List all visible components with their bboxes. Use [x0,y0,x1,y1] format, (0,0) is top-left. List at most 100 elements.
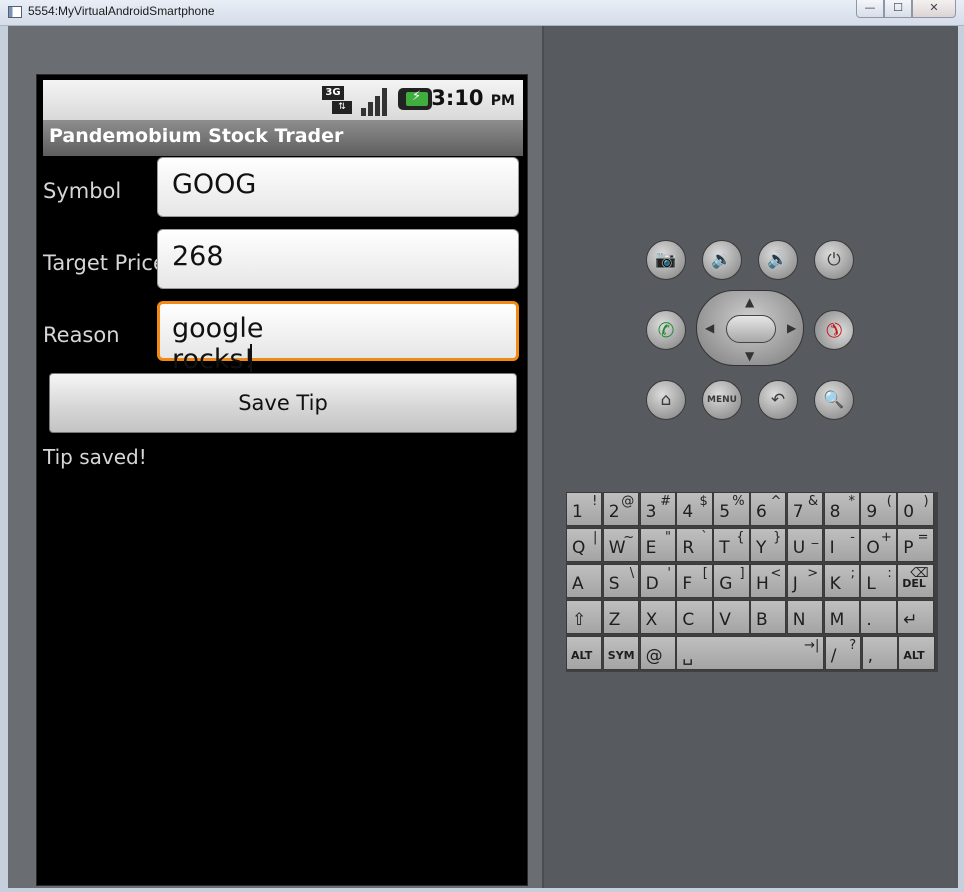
key-shift-label: _ [811,530,819,545]
key-shift-label: [ [702,566,708,581]
key-label: R [682,538,695,558]
dpad-up-icon[interactable]: ▲ [745,295,754,309]
dpad-down-icon[interactable]: ▼ [745,349,754,363]
power-icon[interactable]: ⏻ [814,240,854,280]
key-c-3-3[interactable]: C [676,600,713,634]
key-shift-label: ? [849,638,857,653]
target-price-input[interactable]: 268 [157,229,519,289]
key-t-1-4[interactable]: T{ [713,528,750,562]
key-shift-label: ] [739,566,745,581]
dpad-center-button[interactable] [726,315,776,343]
key-9-0-8[interactable]: 9( [860,492,897,526]
key-shift-label: $ [699,494,708,509]
key-label: 0 [903,502,915,522]
key-q-1-0[interactable]: Q | [566,528,603,562]
key-shift-label: ' [667,566,671,581]
maximize-button[interactable]: ☐ [884,0,912,18]
key-u-1-6[interactable]: U _ [786,528,824,562]
key-m-3-7[interactable]: M [823,600,860,634]
reason-input[interactable]: google rocks! [157,301,519,375]
window-title: 5554:MyVirtualAndroidSmartphone [28,4,215,18]
key-label: 6 [756,502,767,522]
window-titlebar: 5554:MyVirtualAndroidSmartphone — ☐ ✕ [0,0,964,26]
panel-divider [542,26,544,888]
key-r-1-3[interactable]: R ` [676,528,713,562]
key-5-0-4[interactable]: 5% [713,492,750,526]
key-sym-4-4[interactable]: /? [824,636,862,670]
key-label: G [719,574,733,594]
key-d-2-2[interactable]: D ' [639,564,676,598]
key-alt-4-6[interactable]: ALT [898,636,935,670]
symbol-label: Symbol [43,179,122,203]
key-o-1-8[interactable]: O + [860,528,897,562]
save-tip-button[interactable]: Save Tip [49,373,517,433]
search-icon[interactable]: 🔍 [814,380,854,420]
key-sym-3-8[interactable]: . [860,600,897,634]
key-sym-4-1[interactable]: SYM [602,636,640,670]
symbol-input[interactable]: GOOG [157,157,519,217]
network-3g-icon: 3G ⇅ [322,86,352,114]
key-7-0-6[interactable]: 7 & [786,492,824,526]
key-a-2-0[interactable]: A [566,564,603,598]
key-shift-label: ( [886,494,892,509]
key-s-2-1[interactable]: S \ [602,564,640,598]
dpad-left-icon[interactable]: ◀ [705,321,714,335]
key-2-0-1[interactable]: 2 @ [602,492,640,526]
window-controls: — ☐ ✕ [856,0,956,18]
key-sym-3-0[interactable]: ⇧ [566,600,603,634]
key-sym-4-2[interactable]: @ [639,636,676,670]
key-z-3-1[interactable]: Z [602,600,640,634]
key-label: K [829,574,841,594]
key-j-2-6[interactable]: J > [786,564,824,598]
close-button[interactable]: ✕ [912,0,956,18]
emulator-body: 3G ⇅ ⚡ 3:10 PM Pandemobium Stock Trader … [8,26,958,888]
key-sym-3-9[interactable]: ↵ [897,600,934,634]
key-3-0-2[interactable]: 3 # [639,492,676,526]
key-y-1-5[interactable]: Y} [750,528,787,562]
key-p-1-9[interactable]: P = [897,528,934,562]
menu-button[interactable]: MENU [702,380,742,420]
key-g-2-4[interactable]: G] [713,564,750,598]
key-8-0-7[interactable]: 8 * [823,492,860,526]
key-0-0-9[interactable]: 0) [897,492,934,526]
dpad-right-icon[interactable]: ▶ [787,321,796,335]
home-icon[interactable]: ⌂ [646,380,686,420]
key-alt-4-0[interactable]: ALT [566,636,603,670]
key-w-1-1[interactable]: W ~ [602,528,640,562]
key-sym-4-3[interactable]: ␣ →| [676,636,825,670]
key-e-1-2[interactable]: E " [639,528,676,562]
key-label: S [608,574,620,594]
volume-up-icon[interactable]: 🔊 [758,240,798,280]
key-label: Y [756,538,767,558]
key-b-3-5[interactable]: B [750,600,787,634]
key-f-2-3[interactable]: F[ [676,564,713,598]
key-x-3-2[interactable]: X [639,600,676,634]
camera-icon[interactable]: 📷 [646,240,686,280]
reason-label: Reason [43,323,120,347]
key-6-0-5[interactable]: 6 ^ [750,492,787,526]
key-label: Z [608,610,621,630]
key-sym-4-5[interactable]: , [861,636,898,670]
key-shift-label: : [887,566,892,581]
key-shift-label: % [732,494,745,509]
key-i-1-7[interactable]: I- [823,528,860,562]
key-1-0-0[interactable]: 1! [566,492,603,526]
key-label: H [756,574,769,594]
call-icon[interactable]: ✆ [646,310,686,350]
dpad[interactable]: ▲ ▼ ◀ ▶ [696,290,804,366]
key-k-2-7[interactable]: K; [823,564,860,598]
key-label: B [756,610,768,630]
end-call-icon[interactable]: ✆ [805,301,863,359]
key-label: E [645,538,657,558]
key-l-2-8[interactable]: L: [860,564,897,598]
key-4-0-3[interactable]: 4 $ [676,492,713,526]
back-icon[interactable]: ↶ [758,380,798,420]
key-del-2-9[interactable]: DEL ⌫ [897,564,934,598]
minimize-button[interactable]: — [856,0,884,18]
volume-down-icon[interactable]: 🔉 [702,240,742,280]
phone-screen: 3G ⇅ ⚡ 3:10 PM Pandemobium Stock Trader … [36,74,528,886]
key-h-2-5[interactable]: H < [750,564,787,598]
key-label: I [829,538,835,558]
key-n-3-6[interactable]: N [786,600,824,634]
key-v-3-4[interactable]: V [713,600,750,634]
